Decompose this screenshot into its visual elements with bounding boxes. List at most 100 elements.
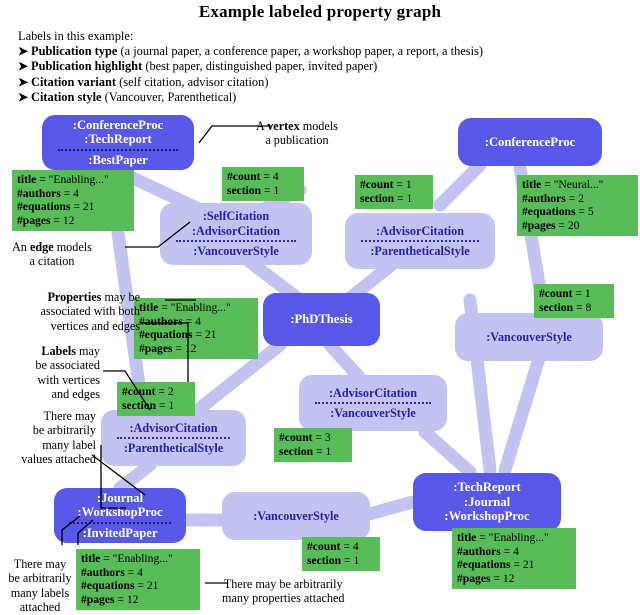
property-row: #pages = 12 bbox=[457, 572, 571, 586]
edge-advisorcitation-parentheticalstyle-left[interactable]: :AdvisorCitation :ParentheticalStyle bbox=[101, 410, 246, 466]
property-box-v5[interactable]: title = "Enabling..." #authors = 4 #equa… bbox=[452, 528, 576, 590]
edge-label: :VancouverStyle bbox=[330, 406, 416, 420]
property-row: #count = 1 bbox=[539, 287, 609, 301]
property-key: #count bbox=[360, 178, 394, 191]
edge-advisorcitation-vancouverstyle-mid[interactable]: :AdvisorCitation :VancouverStyle bbox=[299, 375, 447, 431]
label-separator bbox=[314, 402, 432, 404]
property-key: #count bbox=[279, 431, 313, 444]
property-row: #equations = 5 bbox=[522, 205, 633, 219]
band-e5-v4 bbox=[113, 458, 157, 495]
annotation-line: values attached bbox=[21, 452, 96, 467]
property-value: = 1 bbox=[397, 191, 413, 205]
property-box-e4[interactable]: #count = 3 section = 1 bbox=[274, 428, 352, 463]
property-box-e6[interactable]: #count = 4 section = 1 bbox=[302, 537, 380, 572]
property-row: title = "Neural..." bbox=[522, 178, 633, 192]
property-value: = 1 bbox=[575, 287, 591, 300]
vertex-conferenceproc-techreport-bestpaper[interactable]: :ConferenceProc :TechReport :BestPaper bbox=[42, 115, 194, 170]
property-value: = 4 bbox=[63, 186, 79, 200]
vertex-conferenceproc[interactable]: :ConferenceProc bbox=[458, 118, 602, 166]
edge-label: :VancouverStyle bbox=[486, 329, 572, 344]
annotation-line: A vertex models bbox=[256, 119, 338, 133]
annotation-line: many label bbox=[42, 437, 96, 452]
property-key: #count bbox=[307, 540, 341, 553]
property-key: title bbox=[81, 552, 101, 565]
vertex-phdthesis[interactable]: :PhDThesis bbox=[263, 293, 380, 346]
edge-label: :AdvisorCitation bbox=[191, 223, 281, 238]
vertex-label: :ConferenceProc bbox=[72, 117, 164, 132]
annotation-line: associated with both bbox=[40, 304, 140, 319]
vertex-label: :InvitedPaper bbox=[82, 525, 158, 540]
property-box-e2[interactable]: #count = 1 section = 1 bbox=[355, 175, 433, 210]
property-value: = 21 bbox=[195, 328, 217, 342]
annotation-many-labels: There may be arbitrarily many labels att… bbox=[0, 557, 80, 615]
edge-vancouverstyle-bottom[interactable]: :VancouverStyle bbox=[222, 492, 370, 540]
property-row: #authors = 4 bbox=[81, 566, 195, 580]
property-value: = "Enabling..." bbox=[39, 173, 109, 186]
property-value: = 21 bbox=[137, 579, 159, 593]
label-separator bbox=[58, 148, 178, 151]
property-key: #pages bbox=[81, 592, 115, 606]
property-value: = 1 bbox=[264, 183, 280, 197]
property-value: = 21 bbox=[73, 200, 95, 214]
property-key: #count bbox=[122, 385, 156, 398]
property-value: = 1 bbox=[316, 444, 332, 458]
property-box-v1[interactable]: title = "Enabling..." #authors = 4 #equa… bbox=[12, 170, 134, 232]
property-key: title bbox=[139, 301, 159, 314]
property-row: #equations = 21 bbox=[457, 558, 571, 572]
band-e4-v5 bbox=[418, 425, 477, 479]
property-box-e1[interactable]: #count = 4 section = 1 bbox=[222, 167, 304, 202]
property-value: = 4 bbox=[503, 544, 519, 558]
property-key: section bbox=[122, 398, 157, 412]
property-row: #authors = 4 bbox=[17, 187, 129, 201]
property-row: section = 8 bbox=[539, 301, 609, 315]
property-row: #pages = 12 bbox=[139, 342, 253, 356]
property-row: section = 1 bbox=[227, 184, 299, 198]
property-row: #pages = 20 bbox=[522, 219, 633, 233]
property-row: title = "Enabling..." bbox=[81, 552, 195, 566]
property-box-v4[interactable]: title = "Enabling..." #authors = 4 #equa… bbox=[76, 549, 200, 611]
edge-vancouverstyle-right[interactable]: :VancouverStyle bbox=[455, 313, 603, 361]
property-value: = 1 bbox=[159, 398, 175, 412]
property-value: = 12 bbox=[175, 341, 197, 355]
property-key: section bbox=[539, 300, 574, 314]
annotation-line: attached bbox=[19, 600, 61, 615]
annotation-line: There may bbox=[13, 557, 67, 571]
property-row: title = "Enabling..." bbox=[139, 301, 253, 315]
edge-label: :ParentheticalStyle bbox=[123, 441, 224, 455]
vertex-label: :Journal bbox=[96, 490, 144, 505]
property-row: #equations = 21 bbox=[139, 328, 253, 342]
property-row: #equations = 21 bbox=[17, 200, 129, 214]
vertex-journal-workshopproc-invitedpaper[interactable]: :Journal :WorkshopProc :InvitedPaper bbox=[54, 488, 186, 543]
edge-advisorcitation-parentheticalstyle-top[interactable]: :AdvisorCitation :ParentheticalStyle bbox=[345, 213, 495, 269]
property-key: #equations bbox=[457, 558, 511, 572]
edge-label: :SelfCitation bbox=[202, 209, 270, 224]
property-key: #pages bbox=[457, 571, 491, 585]
property-row: section = 1 bbox=[122, 399, 190, 413]
property-row: #count = 1 bbox=[360, 178, 428, 192]
property-row: #count = 4 bbox=[227, 170, 299, 184]
vertex-label: :Journal bbox=[463, 494, 511, 509]
property-value: = 1 bbox=[396, 178, 412, 191]
property-key: section bbox=[227, 183, 262, 197]
property-row: title = "Enabling..." bbox=[457, 531, 571, 545]
annotation-line: vertices and edges bbox=[50, 318, 140, 333]
annotation-line: be associated bbox=[35, 358, 100, 373]
property-box-v3[interactable]: title = "Enabling..." #authors = 4 #equa… bbox=[134, 298, 258, 360]
vertex-label: :ConferenceProc bbox=[484, 134, 576, 149]
property-row: #authors = 2 bbox=[522, 192, 633, 206]
property-key: section bbox=[279, 444, 314, 458]
property-box-e5[interactable]: #count = 2 section = 1 bbox=[117, 382, 195, 417]
property-row: #count = 4 bbox=[307, 540, 375, 554]
property-key: #pages bbox=[17, 213, 51, 227]
graph-canvas: :ConferenceProc :TechReport :BestPaper :… bbox=[0, 0, 640, 615]
vertex-techreport-journal-workshopproc[interactable]: :TechReport :Journal :WorkshopProc bbox=[413, 473, 561, 531]
edge-label: :VancouverStyle bbox=[193, 244, 279, 259]
edge-selfcitation-advisorcitation-vancouverstyle[interactable]: :SelfCitation :AdvisorCitation :Vancouve… bbox=[160, 203, 312, 265]
vertex-label: :WorkshopProc bbox=[444, 509, 530, 524]
property-key: #authors bbox=[457, 544, 501, 558]
annotation-line: many properties attached bbox=[222, 591, 345, 606]
property-value: = 21 bbox=[513, 558, 535, 572]
property-box-v2[interactable]: title = "Neural..." #authors = 2 #equati… bbox=[517, 175, 638, 237]
property-key: #pages bbox=[522, 218, 556, 232]
property-box-e3[interactable]: #count = 1 section = 8 bbox=[534, 284, 614, 319]
